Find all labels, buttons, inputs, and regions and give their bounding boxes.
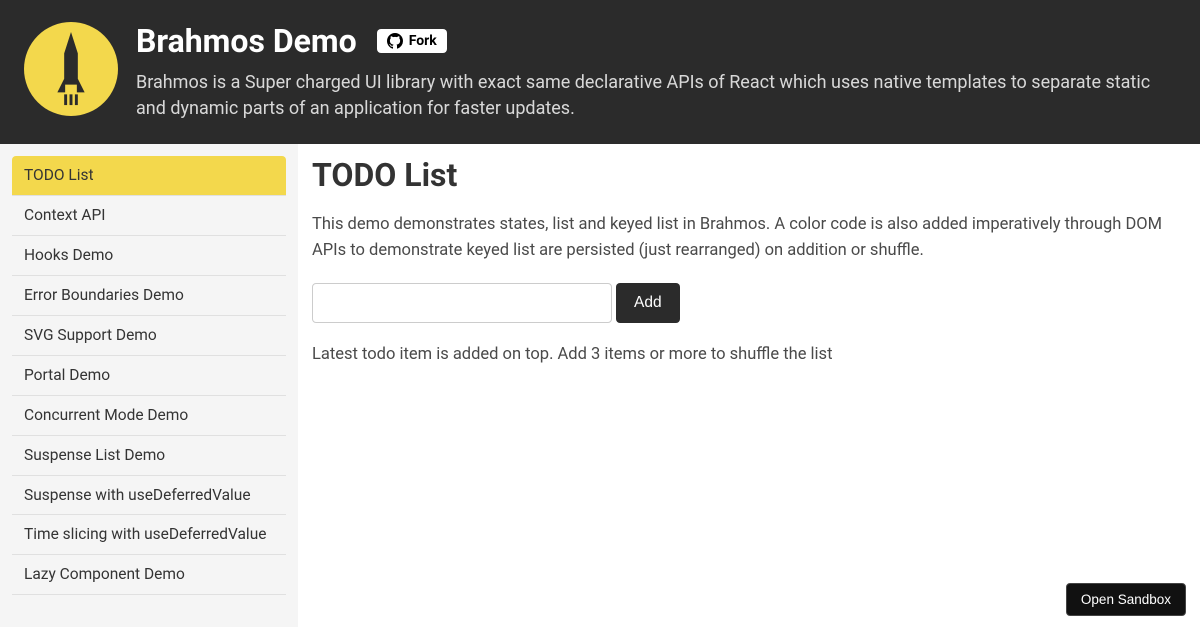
brahmos-logo: [24, 22, 118, 116]
sidebar-item-0[interactable]: TODO List: [12, 156, 286, 196]
content-area: TODO ListContext APIHooks DemoError Boun…: [0, 144, 1200, 627]
sidebar: TODO ListContext APIHooks DemoError Boun…: [0, 144, 298, 627]
sidebar-item-4[interactable]: SVG Support Demo: [12, 316, 286, 356]
add-button[interactable]: Add: [616, 283, 680, 323]
todo-input-row: Add: [312, 283, 1170, 323]
hint-text: Latest todo item is added on top. Add 3 …: [312, 345, 1170, 364]
app-title: Brahmos Demo: [136, 22, 357, 60]
app-description: Brahmos is a Super charged UI library wi…: [136, 70, 1176, 122]
sidebar-item-5[interactable]: Portal Demo: [12, 356, 286, 396]
sidebar-item-1[interactable]: Context API: [12, 196, 286, 236]
sidebar-item-3[interactable]: Error Boundaries Demo: [12, 276, 286, 316]
page-description: This demo demonstrates states, list and …: [312, 212, 1170, 263]
sidebar-item-2[interactable]: Hooks Demo: [12, 236, 286, 276]
header-title-row: Brahmos Demo Fork: [136, 22, 1176, 60]
todo-input[interactable]: [312, 283, 612, 323]
app-header: Brahmos Demo Fork Brahmos is a Super cha…: [0, 0, 1200, 144]
sidebar-item-7[interactable]: Suspense List Demo: [12, 436, 286, 476]
sidebar-item-6[interactable]: Concurrent Mode Demo: [12, 396, 286, 436]
sidebar-item-8[interactable]: Suspense with useDeferredValue: [12, 476, 286, 516]
github-icon: [387, 33, 403, 49]
main-content: TODO List This demo demonstrates states,…: [298, 144, 1200, 627]
page-title: TODO List: [312, 156, 1170, 194]
sidebar-item-10[interactable]: Lazy Component Demo: [12, 555, 286, 595]
sidebar-item-9[interactable]: Time slicing with useDeferredValue: [12, 515, 286, 555]
open-sandbox-button[interactable]: Open Sandbox: [1066, 583, 1186, 616]
rocket-icon: [41, 30, 101, 108]
header-text-block: Brahmos Demo Fork Brahmos is a Super cha…: [136, 22, 1176, 122]
fork-button[interactable]: Fork: [377, 29, 447, 53]
fork-label: Fork: [409, 33, 437, 49]
